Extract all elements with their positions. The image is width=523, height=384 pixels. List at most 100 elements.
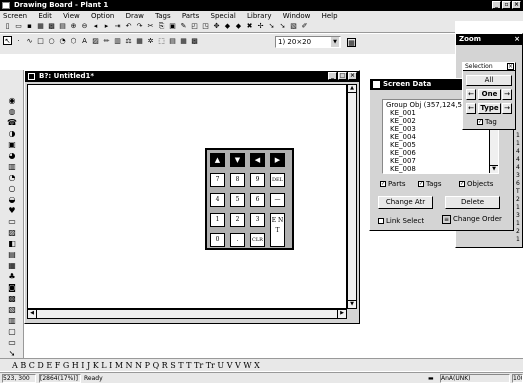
part-icon-19[interactable]: ▩ [7, 295, 17, 303]
line-icon[interactable]: ∿ [25, 37, 34, 46]
key-minus[interactable]: — [270, 193, 285, 207]
part-icon-3[interactable]: ☎ [7, 119, 17, 127]
snap-icon[interactable]: ▤ [168, 37, 177, 46]
type-next-icon[interactable]: → [502, 103, 512, 114]
scroll-down-icon[interactable]: ▼ [348, 300, 356, 308]
key-down[interactable]: ▼ [230, 153, 245, 167]
one-prev-icon[interactable]: ← [466, 89, 476, 100]
key-clr[interactable]: CLR [250, 233, 265, 247]
part-icon-5[interactable]: ▣ [7, 141, 17, 149]
new-icon[interactable]: ▯ [3, 22, 12, 31]
part-icon[interactable]: ✲ [146, 37, 155, 46]
minimize-button[interactable]: _ [492, 1, 501, 9]
part-icon-4[interactable]: ◑ [7, 130, 17, 138]
menu-window[interactable]: Window [283, 12, 311, 20]
scroll-right-icon[interactable]: ▶ [337, 310, 346, 318]
selection-close-icon[interactable]: × [507, 63, 514, 70]
scale-icon[interactable]: ⚖ [124, 37, 133, 46]
part-icon-15[interactable]: ▤ [7, 251, 17, 259]
doc-close-button[interactable]: × [348, 72, 357, 80]
part-icon-2[interactable]: ◍ [7, 108, 17, 116]
ungroup-icon[interactable]: ◳ [201, 22, 210, 31]
part-icon-21[interactable]: ▥ [7, 317, 17, 325]
grid-toggle-icon[interactable]: ▦ [347, 38, 356, 47]
type-prev-icon[interactable]: ← [466, 103, 476, 114]
part-icon-6[interactable]: ◕ [7, 152, 17, 160]
scroll-left-icon[interactable]: ◀ [28, 310, 37, 318]
layer-icon[interactable]: ▦ [179, 37, 188, 46]
menu-help[interactable]: Help [322, 12, 338, 20]
undo-icon[interactable]: ↶ [124, 22, 133, 31]
polygon-icon[interactable]: ⬡ [69, 37, 78, 46]
key-4[interactable]: 4 [210, 193, 225, 207]
doc-minimize-button[interactable]: _ [328, 72, 337, 80]
delete-button[interactable]: Delete [445, 196, 500, 209]
part-icon-20[interactable]: ▧ [7, 306, 17, 314]
select-one-button[interactable]: One [478, 89, 501, 100]
group-icon[interactable]: ◰ [190, 22, 199, 31]
change-order-button[interactable]: ≡ Change Order [442, 215, 502, 224]
menu-library[interactable]: Library [247, 12, 271, 20]
part-icon-8[interactable]: ◔ [7, 174, 17, 182]
key-3[interactable]: 3 [250, 213, 265, 227]
copy-icon[interactable]: ⎘ [157, 22, 166, 31]
part-icon-10[interactable]: ◒ [7, 196, 17, 204]
zoom-in-icon[interactable]: ⊕ [69, 22, 78, 31]
zoom-out-icon[interactable]: ⊖ [80, 22, 89, 31]
grid-select[interactable]: 1) 20×20 ▼ [275, 36, 341, 48]
cross-icon[interactable]: ✖ [245, 22, 254, 31]
next-icon[interactable]: ▸ [102, 22, 111, 31]
part-icon-22[interactable]: ▢ [7, 328, 17, 336]
brush-icon[interactable]: ✏ [102, 37, 111, 46]
draw-icon[interactable]: ✐ [300, 22, 309, 31]
cut-icon[interactable]: ✂ [146, 22, 155, 31]
grid-icon[interactable]: ▩ [47, 22, 56, 31]
part-icon-23[interactable]: ▭ [7, 339, 17, 347]
menu-tags[interactable]: Tags [155, 12, 171, 20]
change-attr-button[interactable]: Change Atr [378, 196, 433, 209]
select-all-button[interactable]: All [466, 75, 512, 86]
redo-icon[interactable]: ↷ [135, 22, 144, 31]
scroll-up-icon[interactable]: ▲ [348, 85, 356, 93]
expand-icon[interactable]: ✢ [256, 22, 265, 31]
list-item[interactable]: KE_005 [386, 141, 498, 149]
menu-parts[interactable]: Parts [182, 12, 199, 20]
align-icon[interactable]: ✥ [212, 22, 221, 31]
select-arrow-icon[interactable]: ↖ [3, 36, 12, 45]
key-6[interactable]: 6 [250, 193, 265, 207]
key-5[interactable]: 5 [230, 193, 245, 207]
doc-maximize-button[interactable]: □ [338, 72, 347, 80]
keypad-part[interactable]: ▲ ▼ ◀ ▶ 7 8 9 DEL 4 5 6 — 1 2 3 E N T 0 … [205, 148, 294, 250]
picture-icon[interactable]: ▧ [289, 22, 298, 31]
font-toolbar[interactable]: A B C D E F G H I J K L I M N N P Q R S … [0, 358, 523, 371]
key-2[interactable]: 2 [230, 213, 245, 227]
list-item[interactable]: KE_006 [386, 149, 498, 157]
key-up[interactable]: ▲ [210, 153, 225, 167]
pen-icon[interactable]: ✎ [179, 22, 188, 31]
part-icon-9[interactable]: ○ [7, 185, 17, 193]
key-7[interactable]: 7 [210, 173, 225, 187]
list-item[interactable]: KE_007 [386, 157, 498, 165]
diamond2-icon[interactable]: ◆ [234, 22, 243, 31]
part-icon-24[interactable]: ➘ [7, 350, 17, 358]
cursor-icon[interactable]: ⬚ [157, 37, 166, 46]
part-icon-18[interactable]: ◙ [7, 284, 17, 292]
circle-icon[interactable]: ○ [47, 37, 56, 46]
part-icon-12[interactable]: ▭ [7, 218, 17, 226]
key-del[interactable]: DEL [270, 173, 285, 187]
arrow-icon[interactable]: ➘ [267, 22, 276, 31]
part-icon-16[interactable]: ▦ [7, 262, 17, 270]
close-button[interactable]: × [512, 1, 521, 9]
maximize-button[interactable]: ▫ [502, 1, 511, 9]
arc-icon[interactable]: ◔ [58, 37, 67, 46]
screen-icon[interactable]: ▦ [36, 22, 45, 31]
menu-option[interactable]: Option [91, 12, 114, 20]
link-select-checkbox[interactable]: Link Select [378, 217, 424, 225]
font-letters[interactable]: A B C D E F G H I J K L I M N N P Q R S … [12, 361, 260, 370]
part-icon-11[interactable]: ♥ [7, 207, 17, 215]
key-dot[interactable]: . [230, 233, 245, 247]
save-icon[interactable]: ▪ [25, 22, 34, 31]
key-8[interactable]: 8 [230, 173, 245, 187]
parts-checkbox[interactable]: ✓ Parts [380, 180, 405, 188]
menu-draw[interactable]: Draw [126, 12, 144, 20]
